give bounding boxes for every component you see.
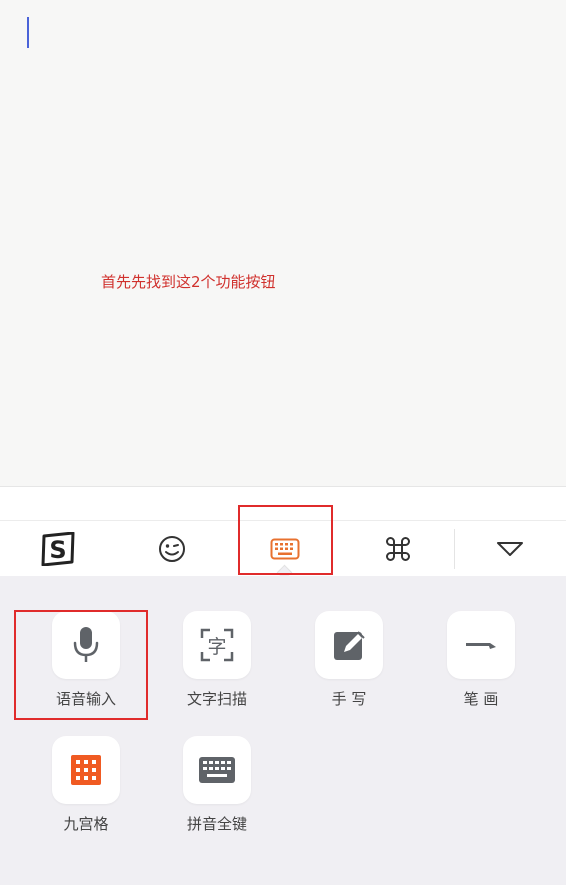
handwriting-tile	[315, 611, 383, 679]
full-pinyin-label: 拼音全键	[186, 815, 247, 833]
annotation-text: 首先先找到这2个功能按钮	[101, 273, 276, 291]
keyboard-icon	[199, 757, 235, 783]
command-button[interactable]	[360, 521, 436, 576]
full-pinyin-tile	[183, 736, 251, 804]
stroke-input-button[interactable]: 笔 画	[436, 611, 526, 709]
sogou-s-icon: S	[41, 531, 75, 566]
voice-input-label: 语音输入	[55, 690, 116, 708]
candidate-bar	[0, 486, 566, 521]
text-cursor	[27, 17, 29, 48]
handwriting-label: 手 写	[331, 690, 367, 708]
triangle-down-icon	[497, 541, 523, 556]
grid-icon	[71, 755, 101, 785]
text-scan-icon: 字	[200, 628, 234, 662]
handwriting-button[interactable]: 手 写	[304, 611, 394, 709]
smiley-wink-icon	[159, 535, 185, 562]
stroke-label: 笔 画	[463, 690, 499, 708]
svg-text:字: 字	[207, 636, 226, 658]
text-editor-area[interactable]: 首先先找到这2个功能按钮	[0, 0, 566, 486]
text-scan-tile: 字	[183, 611, 251, 679]
stroke-icon	[466, 643, 496, 649]
nine-grid-button[interactable]: 九宫格	[41, 736, 131, 834]
pen-square-icon	[334, 631, 365, 660]
stroke-tile	[447, 611, 515, 679]
microphone-icon	[73, 627, 99, 662]
voice-input-tile	[52, 611, 120, 679]
emoji-button[interactable]	[134, 521, 210, 576]
text-scan-button[interactable]: 字 文字扫描	[172, 611, 262, 709]
keyboard-icon	[270, 538, 300, 559]
voice-input-button[interactable]: 语音输入	[41, 611, 131, 709]
svg-text:S: S	[49, 536, 66, 564]
nine-grid-tile	[52, 736, 120, 804]
toolbar-divider	[454, 529, 455, 569]
collapse-keyboard-button[interactable]	[472, 521, 548, 576]
sogou-logo-button[interactable]: S	[20, 521, 96, 576]
full-pinyin-button[interactable]: 拼音全键	[172, 736, 262, 834]
command-icon	[386, 536, 410, 561]
text-scan-label: 文字扫描	[186, 690, 247, 708]
nine-grid-label: 九宫格	[63, 815, 109, 833]
